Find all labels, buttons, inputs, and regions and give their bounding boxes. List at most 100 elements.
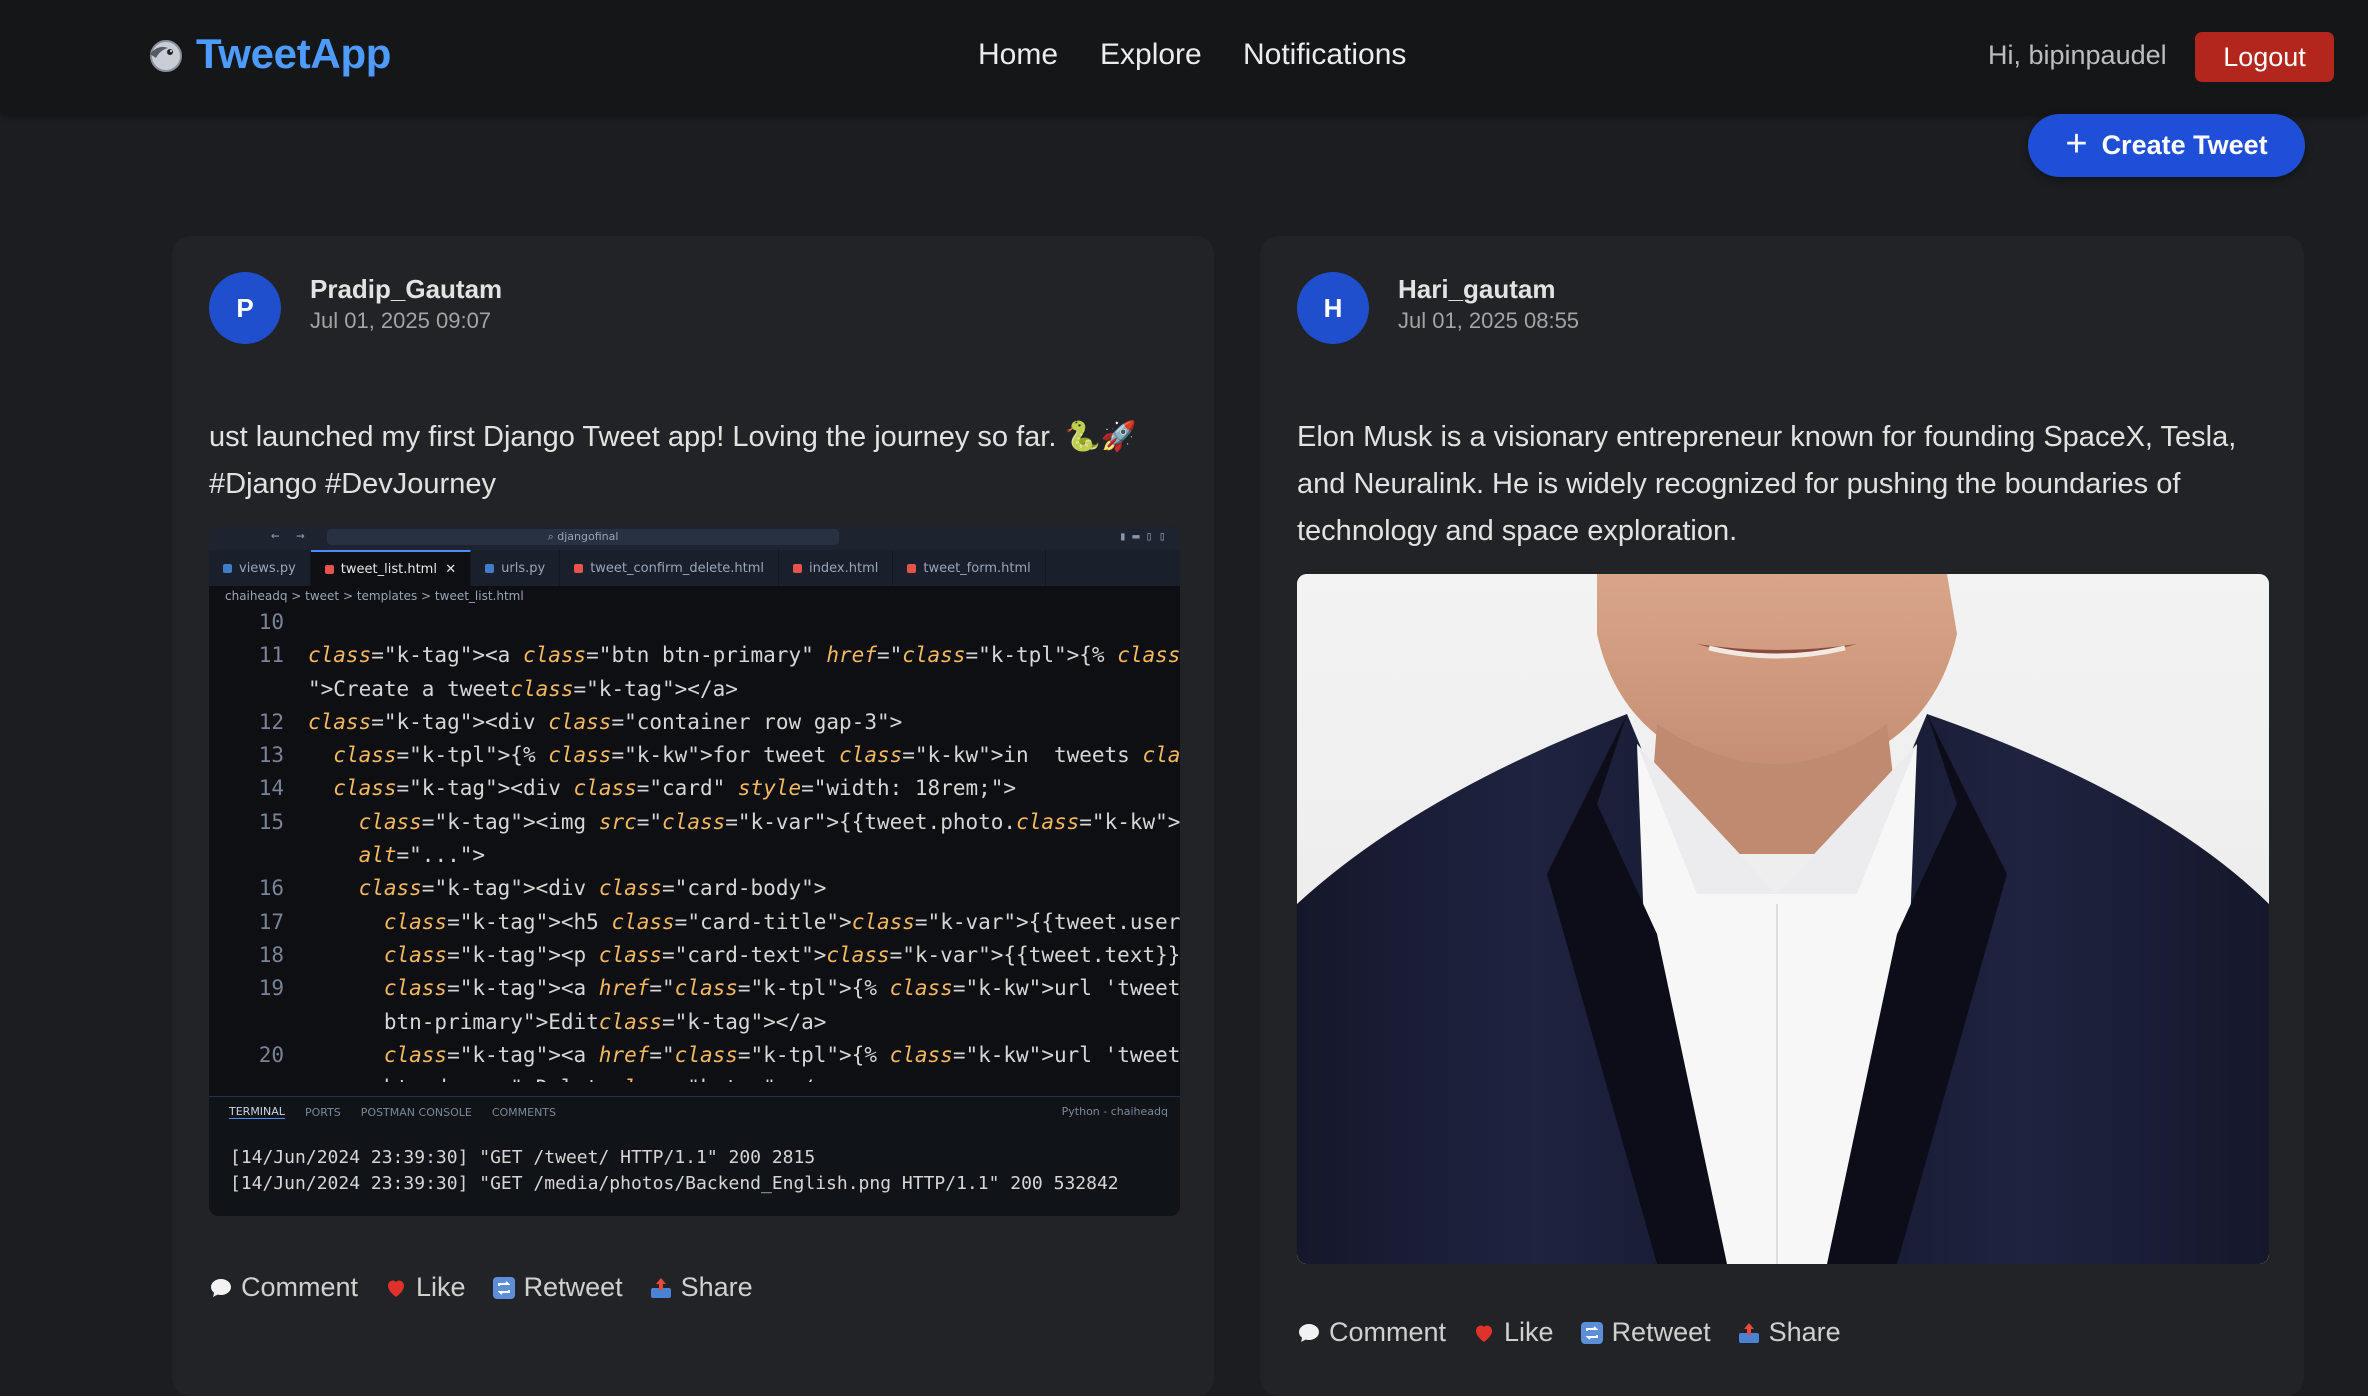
editor-tab: tweet_form.html: [893, 550, 1046, 586]
retweet-button[interactable]: Retweet: [492, 1272, 623, 1303]
comment-label: Comment: [1329, 1317, 1447, 1347]
share-button[interactable]: Share: [649, 1272, 753, 1303]
editor-breadcrumb: chaiheadq > tweet > templates > tweet_li…: [209, 586, 1180, 606]
plus-icon: +: [2065, 122, 2088, 165]
layout-icons: ▮▬▯▯: [1119, 529, 1172, 543]
line-number: 12: [258, 709, 284, 734]
tweet-actions: Comment Like Retweet Share: [209, 1272, 753, 1303]
editor-tab-label: index.html: [809, 560, 879, 576]
code-text: class="k-tag"><a href="class="k-tpl">{% …: [383, 1042, 1180, 1067]
share-button[interactable]: Share: [1737, 1317, 1841, 1348]
nav-home[interactable]: Home: [978, 38, 1058, 72]
line-number: 14: [258, 776, 284, 801]
code-line: 20 class="k-tag"><a href="class="k-tpl">…: [209, 1039, 1180, 1072]
tweet-username[interactable]: Pradip_Gautam: [310, 274, 502, 305]
code-line: 15 class="k-tag"><img src="class="k-var"…: [209, 806, 1180, 839]
code-line: 18 class="k-tag"><p class="card-text">cl…: [209, 939, 1180, 972]
terminal-tab: TERMINAL: [229, 1105, 285, 1119]
nav-notifications[interactable]: Notifications: [1243, 38, 1406, 72]
code-text: btn-danger">Deleteclass="k-tag"></a>: [308, 1072, 839, 1082]
editor-search-text: djangofinal: [557, 530, 619, 543]
like-label: Like: [416, 1272, 466, 1302]
terminal-tab: PORTS: [304, 1105, 341, 1119]
code-line: btn-primary">Editclass="k-tag"></a>: [209, 1006, 1180, 1039]
avatar[interactable]: H: [1297, 272, 1369, 344]
create-tweet-label: Create Tweet: [2101, 130, 2268, 160]
outbox-tray-icon: [650, 1277, 671, 1298]
share-label: Share: [680, 1272, 753, 1302]
user-greeting: Hi, bipinpaudel: [1988, 40, 2167, 70]
like-label: Like: [1504, 1317, 1554, 1347]
code-line: 13 class="k-tpl">{% class="k-kw">for twe…: [209, 739, 1180, 772]
avatar[interactable]: P: [209, 272, 281, 344]
code-line: ">Create a tweetclass="k-tag"></a>: [209, 673, 1180, 706]
comment-button[interactable]: Comment: [1297, 1317, 1446, 1348]
create-tweet-button[interactable]: + Create Tweet: [2028, 114, 2305, 177]
editor-tab: views.py: [209, 550, 311, 586]
tweet-card: P Pradip_Gautam Jul 01, 2025 09:07 ust l…: [172, 236, 1214, 1396]
editor-code-area: 10 11 class="k-tag"><a class="btn btn-prim…: [209, 606, 1180, 1082]
retweet-label: Retweet: [1611, 1317, 1711, 1347]
editor-tab-label: tweet_confirm_delete.html: [590, 560, 765, 576]
editor-tab: urls.py: [471, 550, 561, 586]
tweet-image-portrait: [1297, 574, 2269, 1264]
editor-tab: index.html: [779, 550, 894, 586]
tweet-text: Elon Musk is a visionary entrepreneur kn…: [1297, 421, 2237, 547]
share-label: Share: [1768, 1317, 1841, 1347]
brand-name: TweetApp: [196, 30, 392, 77]
code-line: 11 class="k-tag"><a class="btn btn-primar…: [209, 639, 1180, 672]
retweet-label: Retweet: [523, 1272, 623, 1302]
editor-tab-active: tweet_list.html ✕: [310, 550, 472, 586]
code-line: 16 class="k-tag"><div class="card-body">: [209, 872, 1180, 905]
code-line: 12 class="k-tag"><div class="container ro…: [209, 706, 1180, 739]
terminal-line: [14/Jun/2024 23:39:30] "GET /tweet/ HTTP…: [230, 1147, 816, 1168]
code-text: class="k-tag"><img src="class="k-var">{{…: [358, 809, 1180, 834]
logout-button[interactable]: Logout: [2195, 32, 2334, 82]
nav-explore[interactable]: Explore: [1100, 38, 1202, 72]
tweet-actions: Comment Like Retweet Share: [1297, 1317, 1841, 1348]
tweet-username[interactable]: Hari_gautam: [1398, 274, 1556, 305]
tweet-timestamp: Jul 01, 2025 08:55: [1398, 308, 1580, 333]
navbar: TweetApp Home Explore Notifications Hi, …: [0, 0, 2368, 114]
speech-bubble-icon: [1299, 1323, 1319, 1342]
tweet-image-code-screenshot: ← → ⌕ djangofinal ▮▬▯▯ views.py tweet_li…: [209, 526, 1180, 1216]
line-number: 11: [258, 643, 284, 668]
code-text: alt="...">: [358, 843, 486, 868]
editor-tab-label: tweet_form.html: [923, 560, 1031, 576]
line-number: 20: [258, 1042, 284, 1067]
line-number: 15: [258, 809, 284, 834]
code-line: alt="...">: [209, 839, 1180, 872]
comment-button[interactable]: Comment: [209, 1272, 358, 1303]
retweet-button[interactable]: Retweet: [1580, 1317, 1711, 1348]
code-line: 17 class="k-tag"><h5 class="card-title">…: [209, 906, 1180, 939]
retweet-icon: [1580, 1321, 1603, 1344]
tweet-card: H Hari_gautam Jul 01, 2025 08:55 Elon Mu…: [1260, 236, 2304, 1396]
terminal-tab: COMMENTS: [491, 1105, 557, 1119]
code-text: btn-primary">Editclass="k-tag"></a>: [308, 1009, 827, 1034]
code-text: class="k-tag"><div class="container row …: [308, 709, 903, 734]
code-line: 14 class="k-tag"><div class="card" style…: [209, 772, 1180, 805]
tweet-timestamp: Jul 01, 2025 09:07: [310, 308, 492, 333]
line-number: 18: [258, 942, 284, 967]
editor-tab-label: views.py: [239, 560, 296, 576]
code-text: class="k-tpl">{% class="k-kw">for tweet …: [333, 743, 1180, 768]
code-line: 19 class="k-tag"><a href="class="k-tpl">…: [209, 972, 1180, 1005]
code-text: ">Create a tweetclass="k-tag"></a>: [308, 676, 738, 701]
line-number: 10: [258, 610, 284, 634]
terminal-tab: POSTMAN CONSOLE: [360, 1105, 472, 1119]
editor-titlebar: ← → ⌕ djangofinal ▮▬▯▯: [209, 526, 1180, 550]
editor-search: ⌕ djangofinal: [327, 529, 839, 545]
like-button[interactable]: Like: [1472, 1317, 1554, 1348]
tweet-text: ust launched my first Django Tweet app! …: [209, 421, 1137, 500]
brand[interactable]: TweetApp: [144, 30, 391, 78]
editor-terminal: TERMINAL PORTS POSTMAN CONSOLE COMMENTS …: [209, 1096, 1180, 1216]
nav-arrows-icon: ← →: [271, 528, 305, 544]
portrait-illustration: [1297, 574, 2269, 1264]
editor-tab-label: urls.py: [501, 560, 546, 576]
line-number: 17: [258, 909, 284, 934]
code-text: class="k-tag"><div class="card" style="w…: [333, 776, 1017, 801]
comment-label: Comment: [241, 1272, 359, 1302]
like-button[interactable]: Like: [384, 1272, 466, 1303]
code-text: class="k-tag"><h5 class="card-title">cla…: [383, 909, 1180, 934]
terminal-line: [14/Jun/2024 23:39:30] "GET /media/photo…: [230, 1173, 1119, 1194]
